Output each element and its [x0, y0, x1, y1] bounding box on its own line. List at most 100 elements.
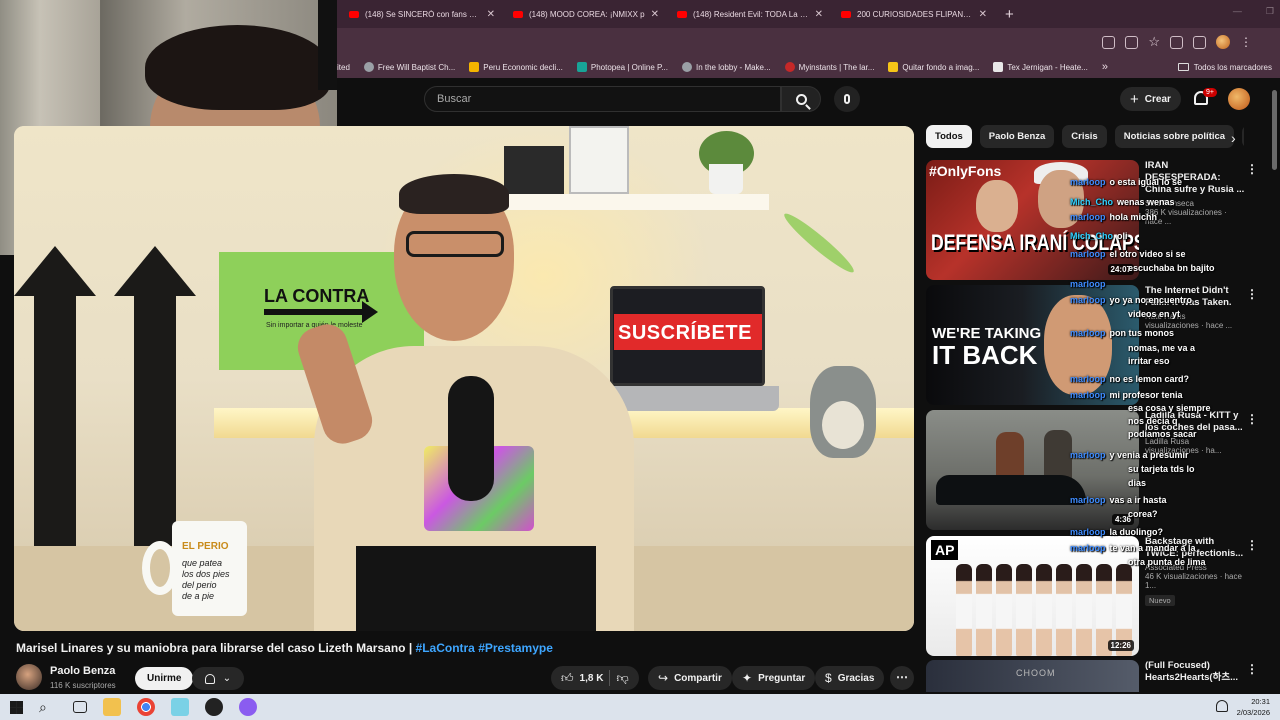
subscription-bell-button[interactable]: ⌄ — [192, 667, 244, 690]
all-bookmarks-label: Todos los marcadores — [1193, 62, 1272, 72]
chip-crisis[interactable]: Crisis — [1062, 125, 1107, 148]
network-icon[interactable] — [1216, 700, 1228, 712]
cast-icon[interactable] — [1102, 35, 1116, 49]
thumb-person — [956, 564, 972, 656]
recommendation-title[interactable]: The Internet Didn't Fail... It Was Taken… — [1145, 285, 1245, 309]
maximize-icon[interactable]: ❐ — [1266, 6, 1274, 17]
mug-lines: que patea los dos pies del perio de a pi… — [182, 558, 230, 602]
bookmark[interactable]: Quitar fondo a imag... — [888, 62, 979, 72]
share-button[interactable]: ↪ Compartir — [648, 666, 732, 690]
channel-name[interactable]: Paolo Benza — [50, 665, 115, 677]
windows-start-icon[interactable] — [10, 700, 23, 714]
recommendation-thumbnail[interactable]: AP 12:26 — [926, 536, 1139, 656]
recommendation-item[interactable]: CHOOM (Full Focused) Hearts2Hearts(하츠...… — [926, 660, 1274, 692]
recommendation-thumbnail[interactable]: CHOOM — [926, 660, 1139, 692]
bookmark[interactable]: Free Will Baptist Ch... — [363, 62, 455, 72]
chip-all[interactable]: Todos — [926, 125, 972, 148]
bookmark[interactable]: Myinstants | The lar... — [784, 62, 874, 72]
taskbar-clock[interactable]: 20:31 2/03/2026 — [1237, 696, 1270, 718]
all-bookmarks-button[interactable]: Todos los marcadores — [1177, 62, 1272, 72]
minimize-icon[interactable]: — — [1233, 6, 1242, 17]
divider — [609, 670, 611, 686]
chevron-right-icon[interactable]: › — [1231, 130, 1236, 146]
recommendation-thumbnail[interactable]: #OnlyFons DEFENSA IRANÍ COLAPSADA 24:07 — [926, 160, 1139, 280]
thanks-button[interactable]: $ Gracias — [815, 666, 885, 690]
browser-tab[interactable]: (148) MOOD COREA: ¡NMIXX p ✕ — [507, 3, 665, 25]
new-tab-button[interactable]: + — [1005, 6, 1014, 23]
extensions-icon[interactable] — [1170, 35, 1183, 49]
recommendation-channel[interactable]: Ladilla Rusa — [1145, 437, 1245, 446]
profile-avatar[interactable] — [1216, 35, 1230, 49]
video-title-text: Marisel Linares y su maniobra para libra… — [16, 641, 416, 655]
recommendation-item[interactable]: AP 12:26 Backstage with TWICE: perfectio… — [926, 536, 1274, 656]
kebab-menu-icon[interactable]: ⋮ — [1246, 538, 1258, 552]
arrow-decoration — [14, 246, 96, 546]
star-icon[interactable]: ☆ — [1148, 34, 1160, 50]
eye-off-icon[interactable] — [1125, 35, 1139, 49]
chip-more[interactable]: E — [1242, 125, 1244, 148]
bookmark[interactable]: In the lobby - Make... — [681, 62, 771, 72]
app-icon[interactable] — [171, 698, 189, 716]
recommendation-channel[interactable]: Nate Harris — [1145, 312, 1245, 321]
recommendation-title[interactable]: (Full Focused) Hearts2Hearts(하츠... — [1145, 660, 1245, 684]
recommendation-thumbnail[interactable]: 4:36 — [926, 410, 1139, 530]
browser-tab[interactable]: (148) Se SINCERÓ con fans y fu ✕ — [343, 3, 501, 25]
bookmark[interactable]: Tex Jernigan - Heate... — [993, 62, 1088, 72]
recommendation-title[interactable]: Backstage with TWICE: perfectionis... — [1145, 536, 1245, 560]
search-icon[interactable]: ⌕ — [39, 698, 57, 716]
recommendation-item[interactable]: #OnlyFons DEFENSA IRANÍ COLAPSADA 24:07 … — [926, 160, 1274, 280]
kebab-menu-icon[interactable]: ⋮ — [1246, 662, 1258, 676]
bookmark[interactable]: Photopea | Online P... — [576, 62, 668, 72]
chrome-icon[interactable] — [137, 698, 155, 716]
browser-tab[interactable]: 200 CURIOSIDADES FLIPANTES ✕ — [835, 3, 993, 25]
bookmarks-overflow-button[interactable]: » — [1102, 61, 1108, 73]
close-tab-icon[interactable]: ✕ — [815, 9, 823, 20]
page-scrollbar[interactable] — [1272, 90, 1277, 170]
search-input[interactable]: Buscar — [424, 86, 781, 112]
app-icon[interactable] — [239, 698, 257, 716]
recommendation-thumbnail[interactable]: WE'RE TAKING IT BACK — [926, 285, 1139, 405]
join-button[interactable]: Unirme — [135, 667, 194, 690]
webcam-person-hair — [145, 25, 330, 110]
recommendation-item[interactable]: WE'RE TAKING IT BACK The Internet Didn't … — [926, 285, 1274, 405]
thumbs-down-icon[interactable]: 👎︎ — [616, 671, 628, 686]
obs-icon[interactable] — [205, 698, 223, 716]
bookmark[interactable]: ited — [337, 63, 350, 72]
account-avatar[interactable] — [1228, 88, 1250, 110]
task-view-icon[interactable] — [73, 701, 87, 713]
bookmark[interactable]: Peru Economic decli... — [469, 62, 563, 72]
mug-line: que patea — [182, 558, 223, 568]
thumb-face — [1038, 170, 1084, 228]
kebab-menu-icon[interactable]: ⋮ — [1246, 162, 1258, 176]
kebab-menu-icon[interactable]: ⋮ — [1246, 412, 1258, 426]
recommendation-title[interactable]: Ladilla Rusa - KITT y los coches del pas… — [1145, 410, 1245, 434]
recommendation-item[interactable]: 4:36 Ladilla Rusa - KITT y los coches de… — [926, 410, 1274, 530]
recommendation-title[interactable]: IRAN DESESPERADA: China sufre y Rusia ..… — [1145, 160, 1245, 196]
recommendation-channel[interactable]: Solo Fonseca — [1145, 199, 1245, 208]
video-hashtags[interactable]: #LaContra #Prestamype — [416, 641, 553, 655]
chip-politics-news[interactable]: Noticias sobre política — [1114, 125, 1235, 148]
thumbs-up-icon[interactable]: 👍︎ — [561, 671, 574, 686]
close-tab-icon[interactable]: ✕ — [651, 9, 659, 20]
close-tab-icon[interactable]: ✕ — [487, 9, 495, 20]
video-player[interactable]: LA CONTRA Sin importar a quién le molest… — [14, 126, 914, 631]
browser-tab[interactable]: (148) Resident Evil: TODA La Sa ✕ — [671, 3, 829, 25]
media-controls-icon[interactable] — [1193, 35, 1206, 49]
create-button[interactable]: + Crear — [1120, 87, 1181, 111]
voice-search-button[interactable] — [834, 86, 860, 112]
ask-button[interactable]: ✦ Preguntar — [732, 666, 816, 690]
more-actions-button[interactable]: ⋯ — [890, 666, 914, 690]
video-host-hair — [399, 174, 509, 214]
like-count[interactable]: 1,8 K — [580, 673, 604, 684]
browser-menu-icon[interactable]: ⋮ — [1240, 35, 1252, 49]
channel-avatar[interactable] — [16, 664, 42, 690]
close-tab-icon[interactable]: ✕ — [979, 9, 987, 20]
file-explorer-icon[interactable] — [103, 698, 121, 716]
document-icon — [993, 62, 1004, 72]
clock-time: 20:31 — [1251, 697, 1270, 706]
kebab-menu-icon[interactable]: ⋮ — [1246, 287, 1258, 301]
new-badge: Nuevo — [1145, 595, 1175, 606]
recommendation-channel[interactable]: Associated Press — [1145, 563, 1245, 572]
chip-paolo-benza[interactable]: Paolo Benza — [979, 125, 1055, 148]
search-button[interactable] — [781, 86, 821, 112]
